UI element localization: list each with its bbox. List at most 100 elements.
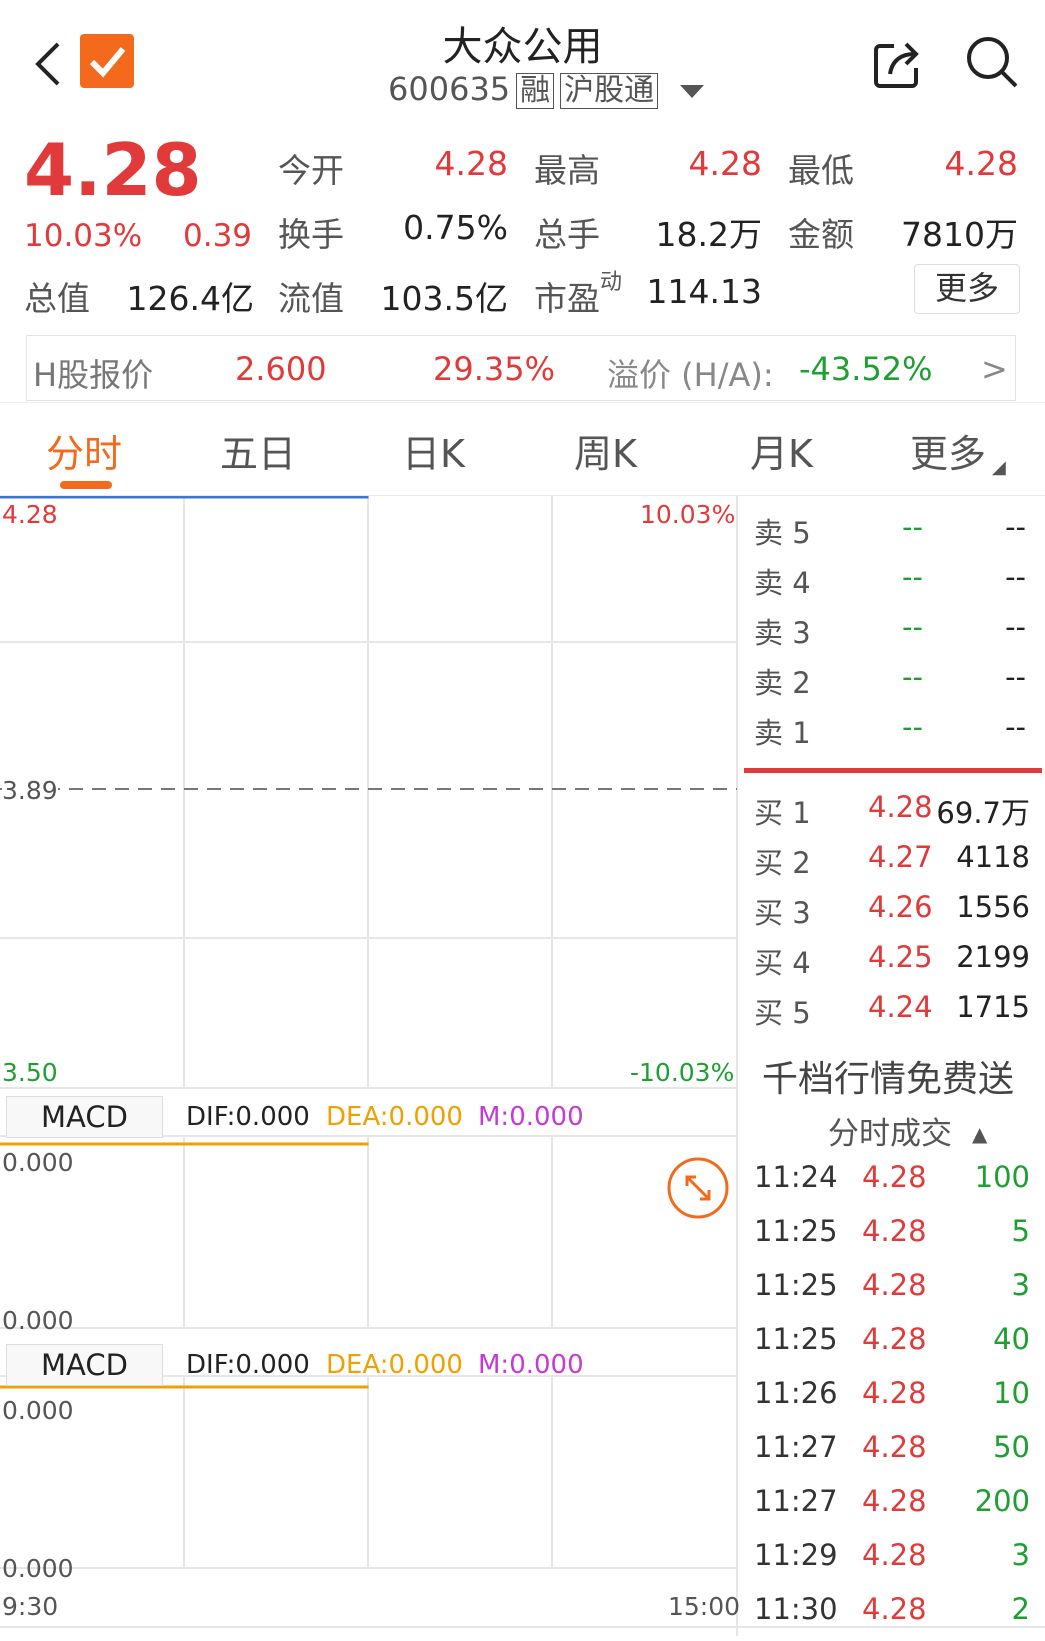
trade-time-0: 11:24 xyxy=(754,1160,838,1194)
active-tab-indicator xyxy=(60,481,112,489)
trade-vol-8: 2 xyxy=(1011,1592,1030,1626)
market-cap-value: 126.4亿 xyxy=(126,279,254,318)
sell5-vol: -- xyxy=(1005,510,1026,544)
amount-label: 金额 xyxy=(788,215,854,254)
pe-label: 市盈动 xyxy=(534,270,623,318)
trade-time-1: 11:25 xyxy=(754,1214,838,1248)
float-cap-label: 流值 xyxy=(278,279,344,318)
macd-indicator-tab-2[interactable]: MACD xyxy=(6,1344,163,1386)
sell1-vol: -- xyxy=(1005,710,1026,744)
sell5-price: -- xyxy=(902,510,923,544)
tab-monthly-k[interactable]: 月K xyxy=(750,423,813,478)
pe-value: 114.13 xyxy=(646,272,762,311)
trade-time-5: 11:27 xyxy=(754,1430,838,1464)
amount-value: 7810万 xyxy=(901,215,1018,254)
header: 大众公用 600635 融沪股通 xyxy=(0,0,1045,125)
macd-dea-1: DEA:0.000 xyxy=(326,1102,463,1132)
macd-dif-1: DIF:0.000 xyxy=(186,1102,310,1132)
pe-dynamic-sup: 动 xyxy=(600,270,623,295)
y-axis-mid: 3.89 xyxy=(2,776,58,805)
sell3-label: 卖 3 xyxy=(754,616,811,650)
stock-code: 600635 xyxy=(388,70,511,108)
trade-time-6: 11:27 xyxy=(754,1484,838,1518)
hugutong-tag: 沪股通 xyxy=(560,73,659,109)
search-button[interactable] xyxy=(964,34,1020,90)
trade-time-4: 11:26 xyxy=(754,1376,838,1410)
sell4-price: -- xyxy=(902,560,923,594)
chevron-right-icon: > xyxy=(981,350,1008,388)
buy2-price: 4.27 xyxy=(868,840,933,874)
buy3-vol: 1556 xyxy=(956,890,1030,924)
buy1-price: 4.28 xyxy=(868,790,933,824)
macd-indicator-tab-1[interactable]: MACD xyxy=(6,1096,163,1138)
h-share-bar[interactable]: H股报价 2.600 29.35% 溢价 (H/A): -43.52% > xyxy=(26,335,1016,401)
low-label: 最低 xyxy=(788,151,854,190)
stock-dropdown[interactable] xyxy=(680,84,704,103)
trade-list: 11:24 4.28 100 11:25 4.28 5 11:25 4.28 3… xyxy=(740,1150,1045,1630)
tab-more[interactable]: 更多 ◢ xyxy=(910,423,1006,478)
share-button[interactable] xyxy=(870,36,926,92)
x-axis-end: 15:00 xyxy=(668,1592,741,1621)
buy2-label: 买 2 xyxy=(754,846,811,880)
buy3-price: 4.26 xyxy=(868,890,933,924)
buy5-price: 4.24 xyxy=(868,990,933,1024)
trades-title[interactable]: 分时成交 ▲ xyxy=(828,1108,987,1153)
trade-time-7: 11:29 xyxy=(754,1538,838,1572)
promo-banner[interactable]: 千档行情免费送 xyxy=(762,1050,1014,1102)
trade-price-5: 4.28 xyxy=(862,1430,927,1464)
open-value: 4.28 xyxy=(434,144,508,183)
share-icon xyxy=(874,42,919,88)
search-icon xyxy=(967,37,1018,88)
expand-icon[interactable] xyxy=(667,1157,729,1219)
trade-time-3: 11:25 xyxy=(754,1322,838,1356)
sell2-label: 卖 2 xyxy=(754,666,811,700)
sell1-label: 卖 1 xyxy=(754,716,811,750)
buy1-vol: 69.7万 xyxy=(936,796,1030,830)
trade-time-2: 11:25 xyxy=(754,1268,838,1302)
low-value: 4.28 xyxy=(944,144,1018,183)
float-cap-value: 103.5亿 xyxy=(380,279,508,318)
caret-down-icon xyxy=(680,85,704,98)
macd-y-bottom-2: 0.000 xyxy=(2,1554,74,1583)
tab-daily-k[interactable]: 日K xyxy=(402,423,465,478)
y-axis-bottom: 3.50 xyxy=(2,1058,58,1087)
sell4-label: 卖 4 xyxy=(754,566,811,600)
buy5-label: 买 5 xyxy=(754,996,811,1030)
buy4-label: 买 4 xyxy=(754,946,811,980)
caret-icon: ◢ xyxy=(992,457,1006,478)
change-amount: 0.39 xyxy=(183,218,253,254)
macd-grid-2 xyxy=(0,1375,737,1569)
volume-value: 18.2万 xyxy=(655,215,762,254)
h-share-pct: 29.35% xyxy=(433,350,556,388)
open-label: 今开 xyxy=(278,151,344,190)
market-cap-label: 总值 xyxy=(24,279,90,318)
sell2-price: -- xyxy=(902,660,923,694)
more-fields-button[interactable]: 更多 xyxy=(914,264,1020,314)
change-percent: 10.03% xyxy=(24,218,143,254)
buy5-vol: 1715 xyxy=(956,990,1030,1024)
caret-up-icon: ▲ xyxy=(972,1122,988,1146)
chart-tabs: 分时 五日 日K 周K 月K 更多 ◢ xyxy=(0,402,1045,496)
bid-ask-divider xyxy=(744,768,1042,773)
buy3-label: 买 3 xyxy=(754,896,811,930)
current-price: 4.28 xyxy=(24,128,202,212)
trade-vol-2: 3 xyxy=(1011,1268,1030,1302)
trade-price-0: 4.28 xyxy=(862,1160,927,1194)
macd-dif-2: DIF:0.000 xyxy=(186,1350,310,1380)
tab-five-day[interactable]: 五日 xyxy=(220,423,296,478)
trade-price-2: 4.28 xyxy=(862,1268,927,1302)
buy1-label: 买 1 xyxy=(754,796,811,830)
intraday-chart[interactable] xyxy=(0,496,740,1636)
macd-grid-1 xyxy=(0,1135,737,1329)
tab-weekly-k[interactable]: 周K xyxy=(574,423,637,478)
turnover-value: 0.75% xyxy=(403,208,508,247)
h-share-label: H股报价 xyxy=(33,356,154,394)
trade-price-3: 4.28 xyxy=(862,1322,927,1356)
h-share-price: 2.600 xyxy=(235,350,327,388)
tab-intraday[interactable]: 分时 xyxy=(46,423,122,478)
sell3-vol: -- xyxy=(1005,610,1026,644)
turnover-label: 换手 xyxy=(278,215,344,254)
buy4-price: 4.25 xyxy=(868,940,933,974)
sell2-vol: -- xyxy=(1005,660,1026,694)
macd-y-bottom-1: 0.000 xyxy=(2,1306,74,1335)
